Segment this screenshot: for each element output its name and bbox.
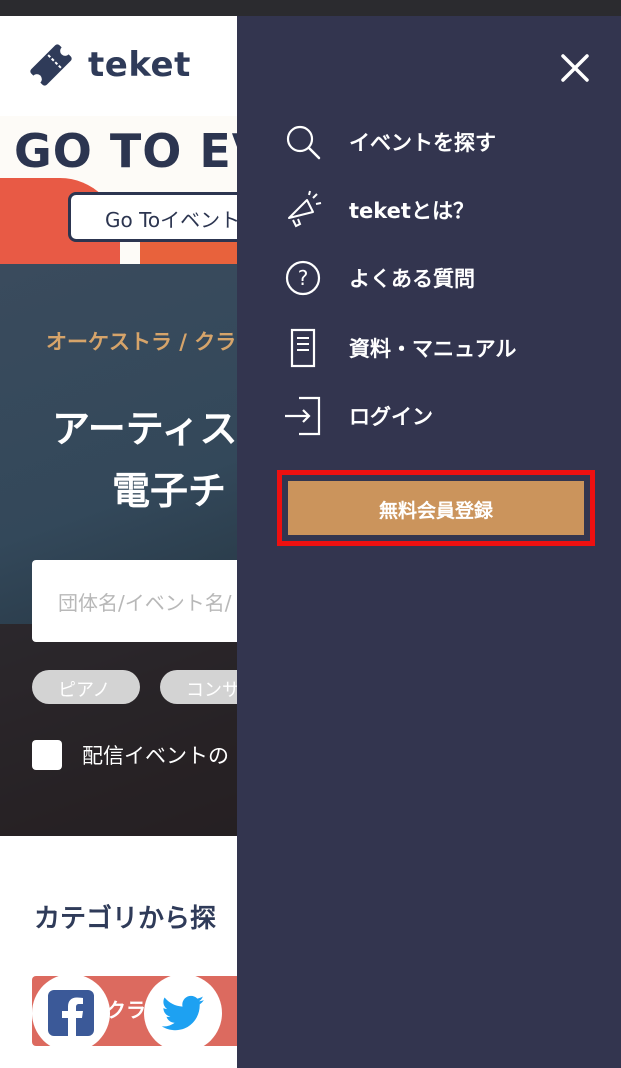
banner-pill-text: Go Toイベント — [105, 208, 241, 232]
facebook-share-button[interactable] — [32, 974, 110, 1052]
hero-subtitle: オーケストラ / クラ — [46, 330, 237, 354]
category-section-title: カテゴリから探 — [34, 904, 217, 934]
search-placeholder: 団体名/イベント名/ — [58, 591, 232, 615]
menu-item-about-teket[interactable]: teketとは？ — [283, 188, 474, 232]
register-highlight: 無料会員登録 — [277, 470, 595, 546]
logo[interactable]: teket — [26, 40, 191, 90]
menu-item-label: よくある質問 — [349, 267, 475, 291]
close-icon[interactable] — [559, 52, 591, 84]
facebook-icon — [48, 990, 94, 1036]
search-icon — [283, 122, 323, 162]
brand-name: teket — [88, 45, 191, 85]
menu-item-find-events[interactable]: イベントを探す — [283, 120, 496, 164]
free-register-button[interactable]: 無料会員登録 — [288, 481, 584, 535]
hero-background — [0, 624, 240, 836]
megaphone-icon — [283, 190, 323, 230]
tag-label: ピアノ — [58, 680, 111, 701]
status-bar — [0, 0, 621, 16]
menu-item-label: ログイン — [349, 405, 433, 429]
login-icon — [283, 396, 323, 436]
document-icon — [283, 328, 323, 368]
menu-item-faq[interactable]: ? よくある質問 — [283, 256, 475, 300]
tag-label: コンサ — [186, 680, 240, 701]
twitter-share-button[interactable] — [144, 974, 222, 1052]
menu-item-label: 資料・マニュアル — [349, 337, 517, 361]
banner-title: GO TO EV — [14, 124, 269, 178]
menu-item-label: イベントを探す — [349, 131, 496, 155]
svg-text:?: ? — [298, 266, 309, 290]
menu-item-label: teketとは？ — [349, 199, 474, 223]
menu-item-documents[interactable]: 資料・マニュアル — [283, 326, 516, 370]
register-button-label: 無料会員登録 — [378, 500, 493, 522]
tag-piano[interactable]: ピアノ — [32, 670, 140, 704]
hero-title-line2: 電子チ — [112, 469, 227, 513]
hero-title-line1: アーティス — [52, 407, 238, 451]
stream-event-label: 配信イベントの — [82, 744, 229, 768]
ticket-logo-icon — [30, 44, 72, 86]
twitter-icon — [161, 995, 204, 1031]
category-card-label: クラ — [106, 998, 146, 1022]
menu-item-login[interactable]: ログイン — [283, 394, 433, 438]
stream-event-checkbox[interactable] — [32, 740, 62, 770]
side-menu: イベントを探す teketとは？ ? よくある質問 資料・マニュアル ログイン … — [237, 16, 621, 1068]
question-icon: ? — [283, 258, 323, 298]
